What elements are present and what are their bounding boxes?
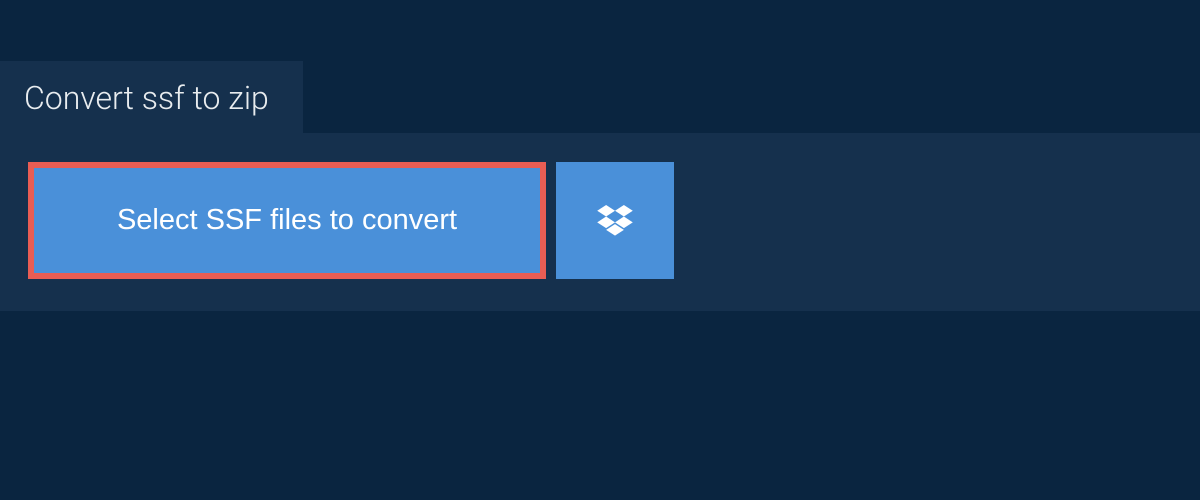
button-row: Select SSF files to convert	[28, 162, 1172, 279]
tab-bar: Convert ssf to zip	[0, 61, 303, 135]
tab-convert-ssf-to-zip[interactable]: Convert ssf to zip	[0, 61, 303, 135]
dropbox-icon	[597, 205, 633, 237]
select-files-label: Select SSF files to convert	[117, 204, 457, 236]
select-button-highlight: Select SSF files to convert	[28, 162, 546, 279]
dropbox-button[interactable]	[556, 162, 674, 279]
tab-label: Convert ssf to zip	[24, 79, 269, 117]
conversion-panel: Select SSF files to convert	[0, 133, 1200, 311]
select-files-button[interactable]: Select SSF files to convert	[34, 168, 540, 273]
